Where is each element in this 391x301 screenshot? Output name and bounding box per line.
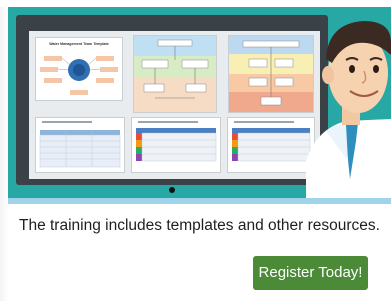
thumbnail-table-sheet-3 [227,117,315,173]
thumbnail-flow-diagram [133,35,217,113]
table-graphic-3 [232,121,311,162]
layered-diagram-graphic [229,36,313,112]
table-graphic-2 [136,121,217,162]
hero-illustration: Water Management Team Template [8,7,391,203]
flow-diagram-graphic [134,36,216,112]
promo-caption: The training includes templates and othe… [18,217,380,234]
thumbnail-team-template: Water Management Team Template [35,37,123,101]
monitor-camera [169,187,175,193]
monitor-screen: Water Management Team Template [29,31,320,179]
thumbnail-layered-diagram [228,35,314,113]
cartoon-presenter-man-icon [306,21,391,203]
thumbnail-title: Water Management Team Template [49,42,108,46]
promo-card: Water Management Team Template The train… [0,0,391,301]
hero-bottom-strip [8,198,391,204]
table-graphic-1 [39,121,121,168]
thumbnail-table-sheet-2 [131,117,221,173]
monitor: Water Management Team Template [16,15,328,193]
card-shadow [0,7,8,301]
thumbnail-table-sheet-1 [35,117,125,173]
register-button[interactable]: Register Today! [253,256,368,290]
mind-map-graphic: Water Management Team Template [40,42,118,95]
